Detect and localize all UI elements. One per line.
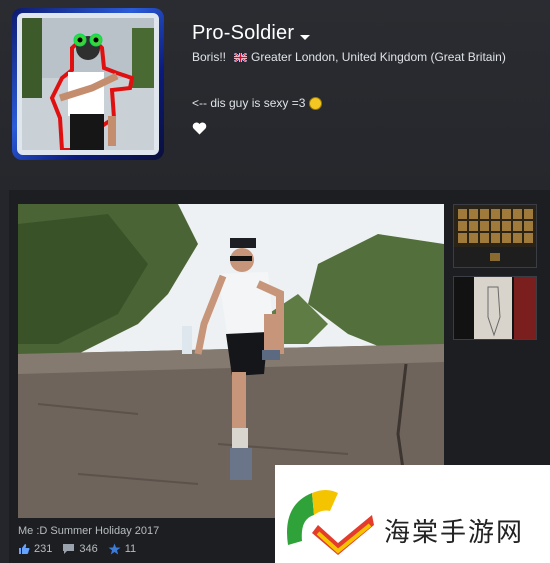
likes-stat[interactable]: 231: [18, 543, 52, 555]
comment-icon: [63, 544, 75, 554]
watermark-text: 海棠手游网: [384, 518, 525, 548]
comments-count: 346: [79, 543, 98, 555]
emoticon-icon: [309, 96, 323, 110]
uk-flag-icon: [234, 52, 248, 62]
screenshot-thumb-2[interactable]: [453, 276, 537, 340]
thumbs-up-icon: [19, 544, 30, 554]
awards-stat[interactable]: 11: [108, 543, 136, 555]
chevron-down-icon[interactable]: [300, 35, 311, 40]
watermark-logo-icon: [287, 490, 374, 555]
profile-summary: <-- dis guy is sexy =3: [192, 96, 323, 110]
summary-text: <-- dis guy is sexy =3: [192, 96, 306, 110]
awards-count: 11: [124, 543, 137, 555]
profile-name-row[interactable]: Pro-Soldier: [192, 22, 311, 45]
comments-stat[interactable]: 346: [62, 543, 98, 555]
heart-icon[interactable]: [192, 122, 207, 135]
screenshot-thumb-1[interactable]: [453, 204, 537, 268]
location: Greater London, United Kingdom (Great Br…: [251, 50, 506, 64]
avatar[interactable]: [12, 8, 164, 160]
real-name: Boris!!: [192, 50, 227, 64]
screenshot-stats: 231 346 11: [18, 543, 146, 555]
avatar-image: [17, 13, 159, 155]
award-icon: [108, 543, 121, 555]
likes-count: 231: [34, 543, 53, 555]
profile-meta: Boris!! Greater London, United Kingdom (…: [192, 50, 506, 64]
screenshot-caption: Me :D Summer Holiday 2017: [18, 525, 160, 537]
profile-name[interactable]: Pro-Soldier: [192, 22, 294, 45]
